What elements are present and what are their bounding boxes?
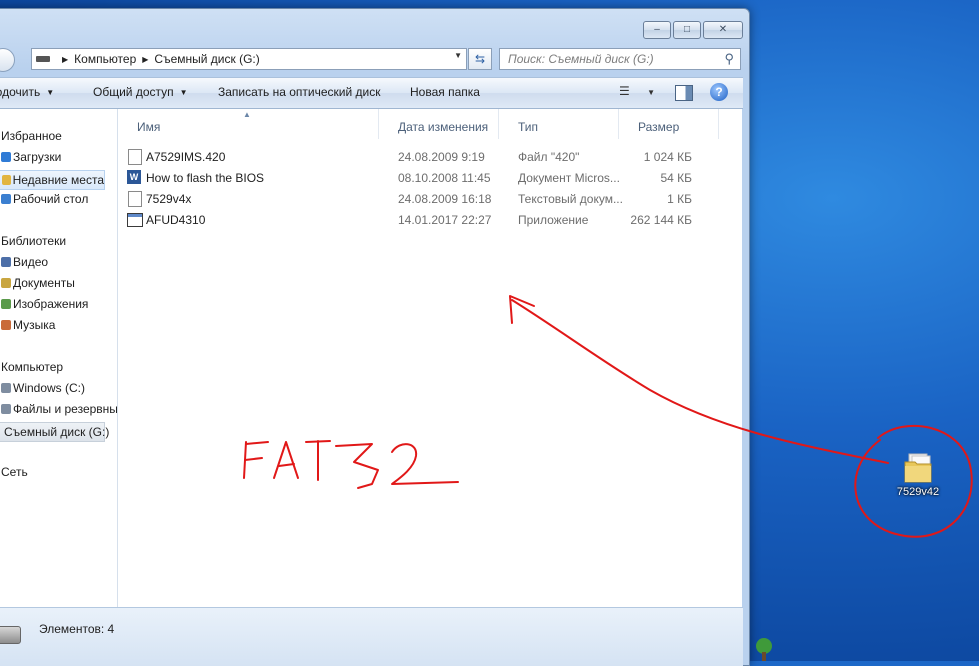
red-arrow-line <box>511 299 889 464</box>
fat32-handwriting <box>243 440 459 489</box>
handwritten-annotations <box>243 295 973 538</box>
red-circle <box>854 424 973 538</box>
